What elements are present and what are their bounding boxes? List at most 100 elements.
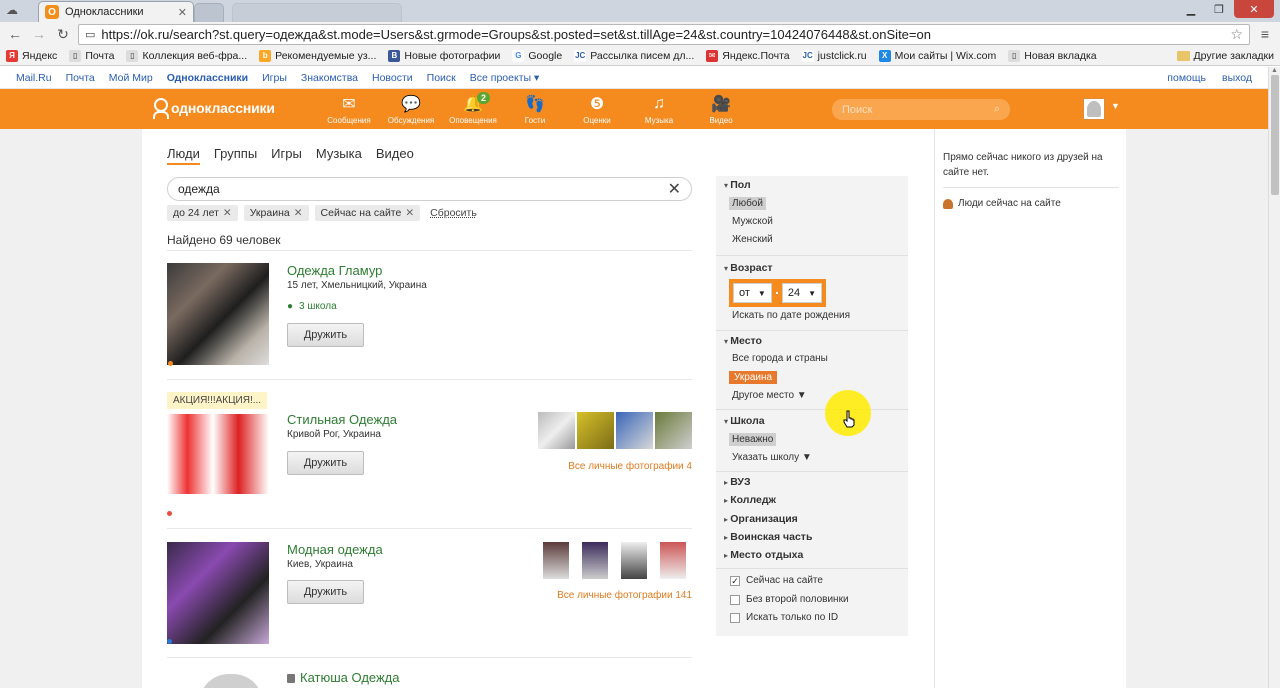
- photo-thumb[interactable]: [577, 412, 614, 449]
- remove-chip-icon[interactable]: ✕: [223, 207, 232, 219]
- bookmark-item[interactable]: JC Рассылка писем дл...: [574, 49, 694, 62]
- new-tab-button[interactable]: [194, 3, 224, 22]
- school-any[interactable]: Неважно: [729, 433, 777, 446]
- checkbox-icon[interactable]: [730, 594, 740, 605]
- reload-icon[interactable]: ↻: [54, 25, 72, 43]
- filter-college[interactable]: Колледж: [724, 494, 776, 506]
- search-input[interactable]: одежда ✕: [167, 177, 692, 201]
- address-bar[interactable]: ▭ https://ok.ru/search?st.query=одежда&s…: [78, 23, 1250, 45]
- filter-vacation[interactable]: Место отдыха: [724, 549, 803, 561]
- photo-thumb[interactable]: [543, 542, 569, 579]
- profile-name-link[interactable]: Катюша Одежда: [287, 670, 400, 685]
- bookmark-star-icon[interactable]: ☆: [1230, 26, 1243, 43]
- age-to-select[interactable]: 24 ▼: [781, 283, 822, 303]
- filter-title[interactable]: Школа: [724, 415, 764, 427]
- photo-thumb[interactable]: [616, 412, 653, 449]
- photo-thumb[interactable]: [655, 412, 692, 449]
- filter-title[interactable]: Возраст: [724, 262, 772, 274]
- games-link[interactable]: Игры: [262, 72, 287, 84]
- filter-chip-country[interactable]: Украина ✕: [243, 205, 309, 221]
- gender-any[interactable]: Любой: [729, 197, 766, 210]
- user-avatar[interactable]: [1083, 98, 1105, 120]
- birthdate-link[interactable]: Искать по дате рождения: [732, 310, 850, 321]
- close-window-icon[interactable]: ✕: [1234, 0, 1274, 18]
- help-link[interactable]: помощь: [1167, 72, 1206, 84]
- filter-title[interactable]: Пол: [724, 179, 750, 191]
- nav-messages[interactable]: ✉ Сообщения: [318, 89, 380, 129]
- add-friend-button[interactable]: Дружить: [287, 451, 364, 475]
- bookmark-item[interactable]: G Google: [512, 49, 562, 62]
- checkbox-icon[interactable]: [730, 612, 740, 623]
- place-all[interactable]: Все города и страны: [732, 353, 828, 364]
- reset-filters-link[interactable]: Сбросить: [430, 207, 477, 219]
- search-icon[interactable]: ⌕: [994, 103, 1000, 116]
- age-from-select[interactable]: от ▼: [733, 283, 772, 303]
- tab-music[interactable]: Музыка: [316, 146, 362, 165]
- search-link[interactable]: Поиск: [427, 72, 456, 84]
- bookmark-item[interactable]: ✉ Яндекс.Почта: [706, 49, 790, 62]
- gender-male[interactable]: Мужской: [732, 216, 773, 227]
- filter-university[interactable]: ВУЗ: [724, 476, 750, 488]
- bookmark-item[interactable]: X Мои сайты | Wix.com: [878, 49, 996, 62]
- all-projects-link[interactable]: Все проекты ▾: [470, 72, 539, 84]
- profile-school[interactable]: ● 3 школа: [287, 301, 337, 312]
- profile-photo[interactable]: [199, 674, 263, 688]
- remove-chip-icon[interactable]: ✕: [294, 207, 303, 219]
- profile-name-link[interactable]: Модная одежда: [287, 542, 383, 557]
- filter-chip-age[interactable]: до 24 лет ✕: [167, 205, 238, 221]
- bookmark-item[interactable]: Я Яндекс: [6, 49, 57, 62]
- filter-title[interactable]: Место: [724, 335, 762, 347]
- ok-search-input[interactable]: Поиск ⌕: [832, 99, 1010, 120]
- dating-link[interactable]: Знакомства: [301, 72, 358, 84]
- profile-photo[interactable]: [167, 542, 269, 644]
- profile-name-link[interactable]: Стильная Одежда: [287, 412, 397, 427]
- odnoklassniki-link[interactable]: Одноклассники: [167, 72, 248, 84]
- bookmark-item[interactable]: B Новые фотографии: [388, 49, 500, 62]
- tab-video[interactable]: Видео: [376, 146, 414, 165]
- tab-groups[interactable]: Группы: [214, 146, 257, 165]
- bookmark-item[interactable]: JC justclick.ru: [801, 49, 867, 62]
- profile-photo[interactable]: [167, 263, 269, 365]
- page-scrollbar[interactable]: ▲: [1268, 67, 1280, 688]
- tab-games[interactable]: Игры: [271, 146, 302, 165]
- maximize-icon[interactable]: ❐: [1206, 0, 1232, 18]
- all-photos-link[interactable]: Все личные фотографии 4: [568, 461, 692, 472]
- filter-organization[interactable]: Организация: [724, 513, 798, 525]
- clear-icon[interactable]: ✕: [668, 179, 681, 199]
- mail-link[interactable]: Почта: [66, 72, 95, 84]
- nav-guests[interactable]: 👣 Гости: [504, 89, 566, 129]
- browser-menu-icon[interactable]: ≡: [1256, 26, 1274, 42]
- photo-thumb[interactable]: [538, 412, 575, 449]
- remove-chip-icon[interactable]: ✕: [405, 207, 414, 219]
- news-link[interactable]: Новости: [372, 72, 413, 84]
- scroll-thumb[interactable]: [1271, 75, 1279, 195]
- photo-thumb[interactable]: [660, 542, 686, 579]
- checkbox-checked-icon[interactable]: ✓: [730, 575, 740, 586]
- bookmark-item[interactable]: ▯ Новая вкладка: [1008, 49, 1097, 62]
- browser-user-icon[interactable]: ☁: [6, 3, 28, 19]
- profile-photo[interactable]: [167, 414, 269, 494]
- filter-chip-online[interactable]: Сейчас на сайте ✕: [314, 205, 421, 221]
- mailru-link[interactable]: Mail.Ru: [16, 72, 52, 84]
- all-photos-link[interactable]: Все личные фотографии 141: [557, 590, 692, 601]
- profile-name-link[interactable]: Одежда Гламур: [287, 263, 382, 278]
- people-online-link[interactable]: Люди сейчас на сайте: [943, 198, 1061, 209]
- nav-video[interactable]: 🎥 Видео: [690, 89, 752, 129]
- filter-military[interactable]: Воинская часть: [724, 531, 812, 543]
- bookmark-item[interactable]: ▯ Коллекция веб-фра...: [126, 49, 247, 62]
- tab-people[interactable]: Люди: [167, 146, 200, 165]
- nav-music[interactable]: ♫ Музыка: [628, 89, 690, 129]
- chevron-down-icon[interactable]: ▼: [1111, 101, 1120, 111]
- place-ukraine[interactable]: Украина: [729, 371, 778, 384]
- place-other[interactable]: Другое место ▼: [732, 390, 807, 401]
- school-specify[interactable]: Указать школу ▼: [732, 452, 812, 463]
- checkbox-id-only[interactable]: Искать только по ID: [730, 612, 838, 623]
- moymir-link[interactable]: Мой Мир: [109, 72, 153, 84]
- tab-close-icon[interactable]: ✕: [178, 6, 187, 19]
- add-friend-button[interactable]: Дружить: [287, 323, 364, 347]
- nav-ratings[interactable]: ❺ Оценки: [566, 89, 628, 129]
- logout-link[interactable]: выход: [1222, 72, 1252, 84]
- browser-tab-active[interactable]: О Одноклассники ✕: [38, 1, 194, 22]
- bookmark-item[interactable]: ▯ Почта: [69, 49, 114, 62]
- gender-female[interactable]: Женский: [732, 234, 773, 245]
